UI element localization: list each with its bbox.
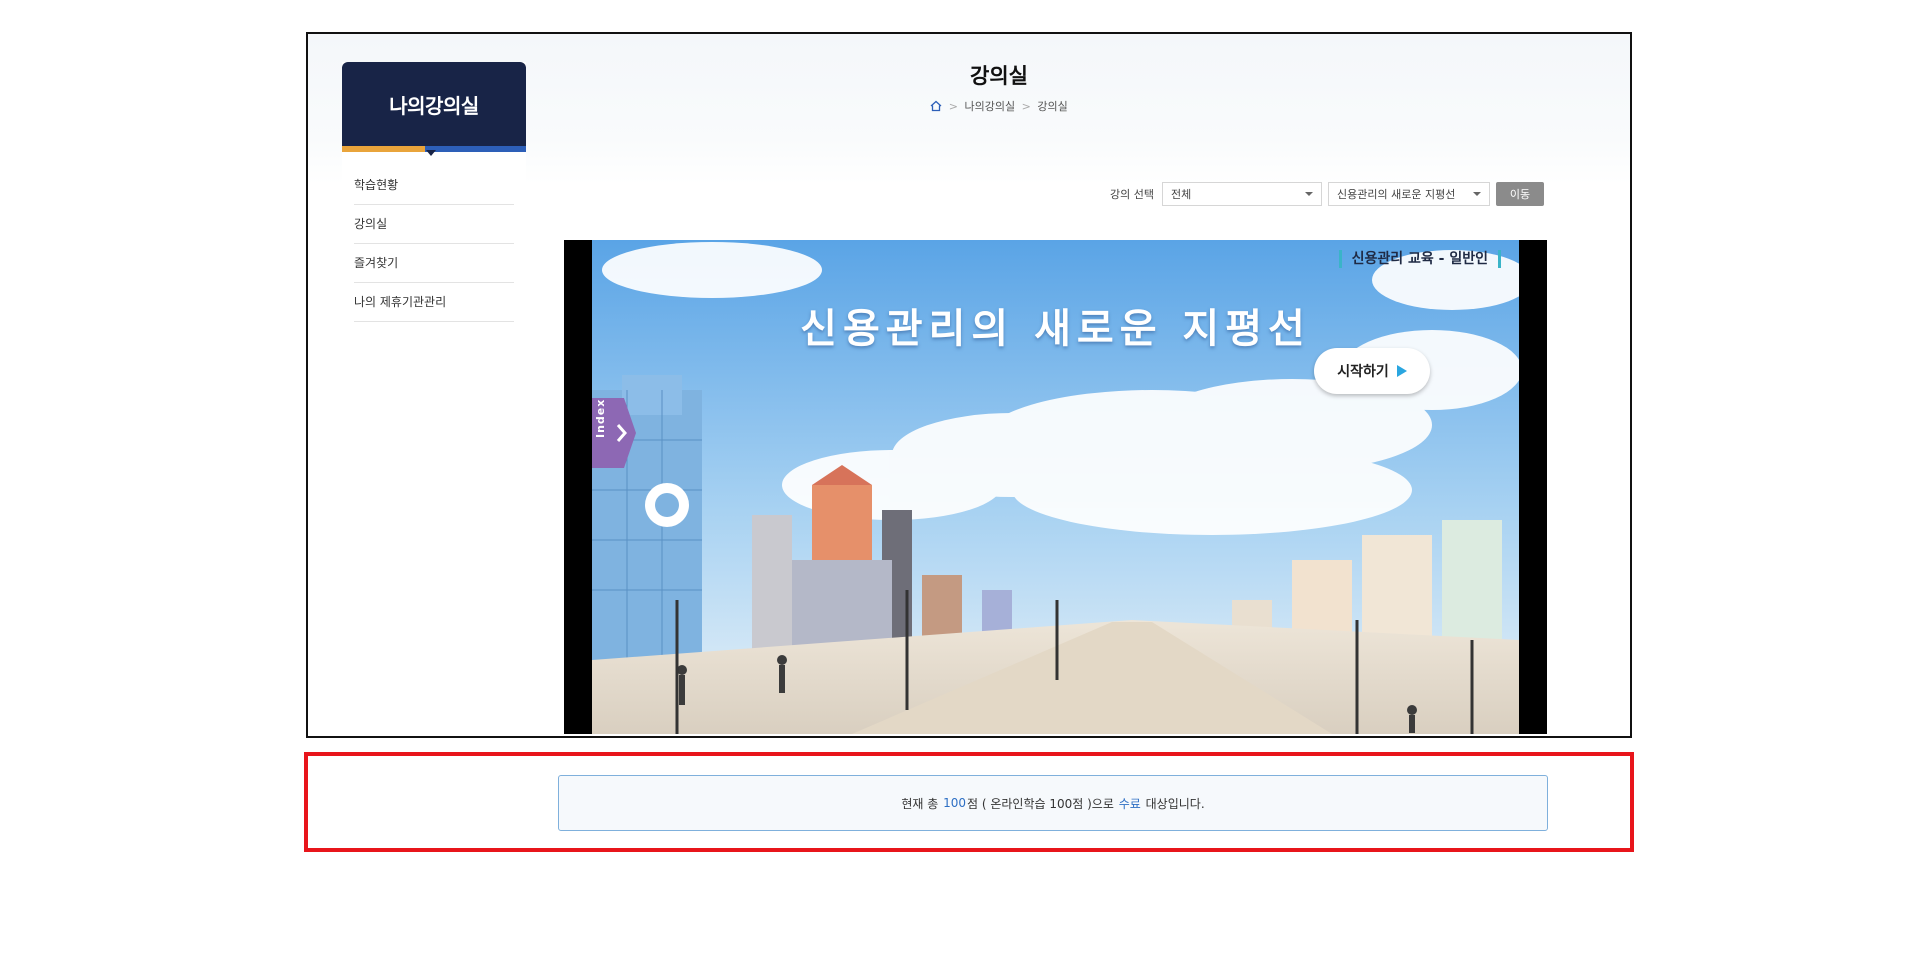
page-title: 강의실 <box>970 64 1028 88</box>
lecture-intro-scene: 신용관리 교육 - 일반인 신용관리의 새로운 지평선 시작하기 Index <box>592 240 1519 734</box>
sidebar-item-partner-management[interactable]: 나의 제휴기관관리 <box>354 283 514 322</box>
sidebar-item-study-status[interactable]: 학습현황 <box>354 166 514 205</box>
category-select-value: 전체 <box>1171 188 1192 201</box>
sidebar-item-classroom[interactable]: 강의실 <box>354 205 514 244</box>
breadcrumb-classroom: 강의실 <box>1037 100 1068 113</box>
play-icon <box>1396 365 1407 377</box>
category-select[interactable]: 전체 <box>1162 182 1322 206</box>
breadcrumb-my-classroom[interactable]: 나의강의실 <box>965 100 1016 113</box>
screenshot-frame: 나의강의실 학습현황 강의실 즐겨찾기 나의 제휴기관관리 강의실 > 나의강의… <box>306 32 1632 738</box>
index-label: Index <box>594 398 607 438</box>
lecture-player[interactable]: 신용관리 교육 - 일반인 신용관리의 새로운 지평선 시작하기 Index <box>564 240 1547 734</box>
highlight-annotation <box>304 752 1634 852</box>
index-tab[interactable]: Index <box>592 398 636 468</box>
lecture-select-row: 강의 선택 전체 신용관리의 새로운 지평선 이동 <box>1110 182 1544 206</box>
sidebar-menu: 학습현황 강의실 즐겨찾기 나의 제휴기관관리 <box>342 152 526 322</box>
go-button[interactable]: 이동 <box>1496 182 1544 206</box>
start-button-label: 시작하기 <box>1337 364 1389 380</box>
course-select[interactable]: 신용관리의 새로운 지평선 <box>1328 182 1490 206</box>
sidebar-item-favorites[interactable]: 즐겨찾기 <box>354 244 514 283</box>
course-tag: 신용관리 교육 - 일반인 <box>1338 250 1501 268</box>
sidebar-accent-bar <box>342 146 526 156</box>
lecture-select-label: 강의 선택 <box>1110 188 1154 201</box>
sidebar: 나의강의실 학습현황 강의실 즐겨찾기 나의 제휴기관관리 <box>342 62 526 736</box>
course-select-value: 신용관리의 새로운 지평선 <box>1337 188 1456 201</box>
lesson-title: 신용관리의 새로운 지평선 <box>800 306 1311 352</box>
start-button[interactable]: 시작하기 <box>1314 348 1430 394</box>
chevron-down-icon <box>1473 192 1481 196</box>
home-icon[interactable] <box>930 100 942 112</box>
chevron-down-icon <box>1305 192 1313 196</box>
breadcrumb: > 나의강의실 > 강의실 <box>308 98 1630 114</box>
